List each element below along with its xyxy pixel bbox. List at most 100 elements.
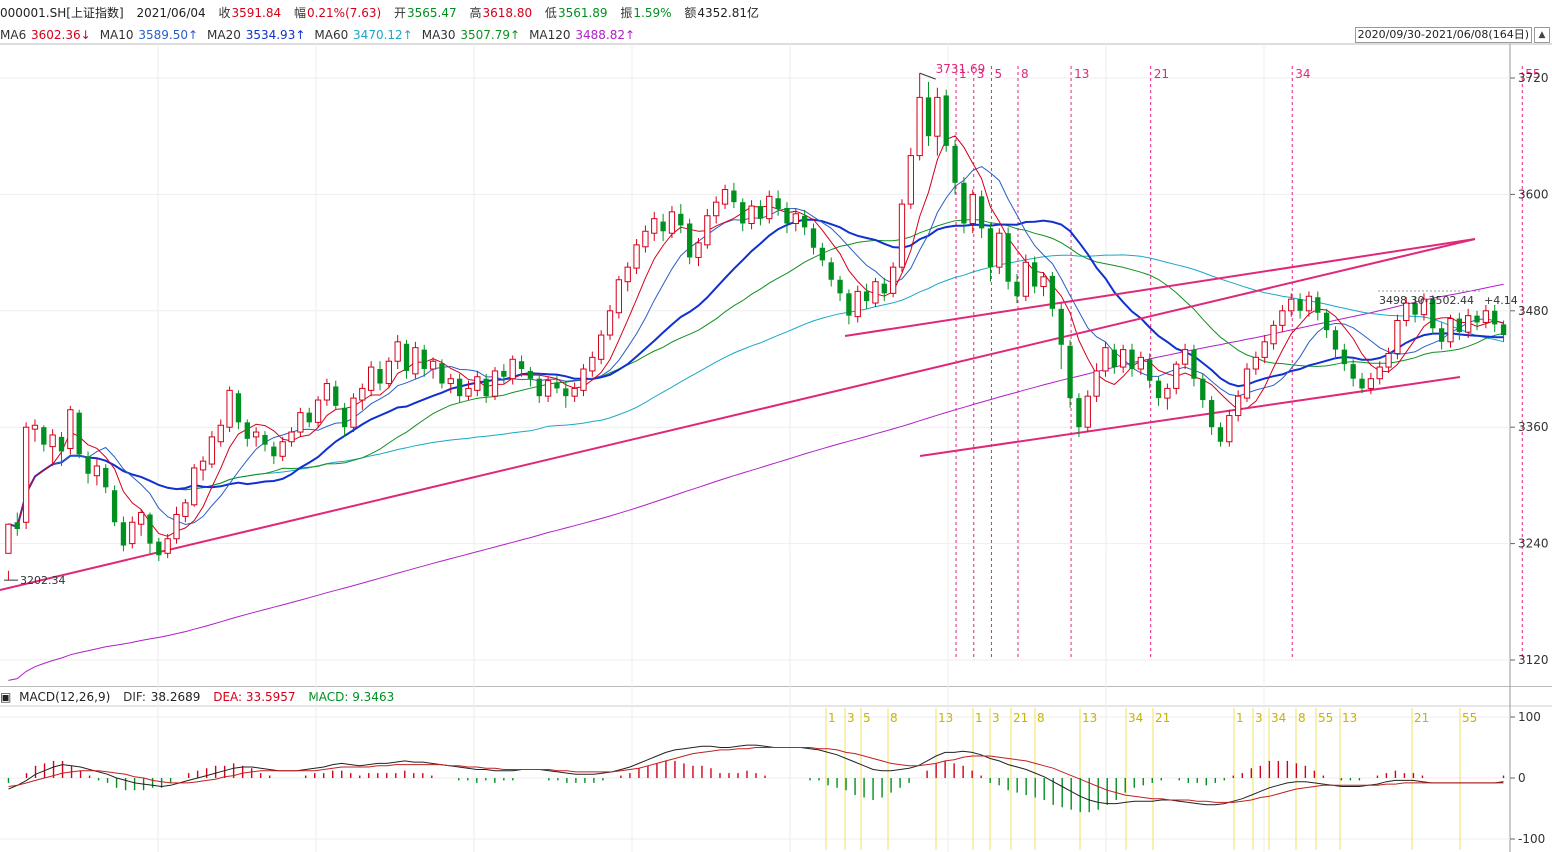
candle-body-down — [1438, 328, 1445, 342]
candle-body-down — [686, 223, 693, 258]
candle-body-down — [103, 467, 109, 488]
candle-body-up — [934, 96, 941, 137]
candle-body-down — [1076, 398, 1082, 428]
candle-body-up — [704, 215, 711, 246]
candle-body-up — [642, 230, 649, 248]
candle-body-up — [22, 426, 30, 523]
price-tick-label: 3360 — [1518, 420, 1549, 434]
stock-chart[interactable]: 1 3 5 8 13 21 34 55 1 3 5 8 13 1 3 21 8 13 34 21 1 3 34 8 55 13 2… — [0, 0, 1552, 852]
macd-fib-label: 3 — [992, 711, 1000, 725]
ma6-line — [8, 135, 1504, 537]
macd-fib-label: 55 — [1462, 711, 1477, 725]
price-tick-label: 3720 — [1518, 71, 1549, 85]
candle-body-down — [306, 412, 312, 423]
candle-body-up — [350, 397, 357, 428]
candle-body-down — [14, 522, 20, 530]
candle-body-down — [536, 378, 542, 397]
candle-body-down — [244, 422, 250, 439]
candle-body-down — [1474, 315, 1480, 323]
macd-fib-label: 34 — [1128, 711, 1143, 725]
candle-body-up — [1137, 356, 1145, 370]
fib-label: 21 — [1154, 67, 1169, 81]
ma20-line — [8, 218, 1504, 528]
candle-body-down — [554, 382, 560, 389]
candle-body-up — [1243, 368, 1251, 399]
candle-body-down — [775, 198, 781, 209]
price-tick-label: 3480 — [1518, 304, 1549, 318]
candle-body-down — [76, 412, 82, 455]
macd-fib-label: 1 — [975, 711, 983, 725]
candle-body-up — [182, 502, 189, 517]
candle-body-down — [403, 343, 410, 371]
macd-fib-label: 34 — [1271, 711, 1286, 725]
candle-body-down — [1359, 378, 1365, 389]
candle-body-down — [501, 370, 507, 377]
candle-body-down — [1147, 359, 1153, 381]
candle-body-down — [837, 279, 843, 294]
candle-body-down — [235, 393, 242, 423]
candle-body-up — [465, 387, 472, 397]
candle-body-up — [509, 358, 516, 380]
trend-channel-lines — [0, 238, 1476, 591]
candle-body-up — [872, 281, 879, 304]
candle-body-up — [1235, 395, 1242, 417]
candle-body-up — [668, 211, 676, 234]
candle-body-down — [377, 369, 383, 384]
candle-body-down — [456, 378, 463, 397]
candle-body-down — [863, 291, 870, 302]
candle-body-down — [527, 370, 534, 379]
candle-body-down — [1492, 310, 1498, 325]
candle-body-down — [1014, 281, 1020, 297]
candle-body-down — [1315, 297, 1321, 313]
candlestick-series — [5, 73, 1507, 581]
fib-label: 8 — [1021, 67, 1029, 81]
candle-body-up — [67, 409, 74, 450]
candle-body-down — [120, 522, 127, 546]
candle-body-down — [262, 434, 268, 445]
candle-body-up — [474, 376, 481, 391]
candle-body-up — [598, 334, 605, 360]
candle-body-down — [978, 196, 985, 229]
macd-fib-label: 3 — [1255, 711, 1263, 725]
candle-body-up — [252, 431, 260, 438]
price-tick-label: 3240 — [1518, 537, 1549, 551]
candle-body-down — [1049, 275, 1056, 309]
macd-tick-label: 0 — [1518, 771, 1526, 785]
candle-body-down — [1111, 349, 1117, 368]
candle-body-down — [961, 182, 967, 224]
macd-fib-label: 8 — [1037, 711, 1045, 725]
candle-body-up — [191, 467, 198, 506]
candle-body-up — [1288, 298, 1295, 312]
ma30-line — [8, 218, 1504, 528]
candle-body-down — [943, 95, 949, 146]
candle-body-up — [1173, 363, 1180, 389]
candle-body-up — [359, 387, 366, 401]
candle-body-down — [881, 283, 887, 294]
candle-body-down — [1191, 349, 1197, 379]
candle-body-down — [1332, 330, 1339, 350]
candle-body-down — [271, 446, 277, 457]
high-price-label: 3731.69 — [936, 62, 986, 76]
long-trend-line — [0, 238, 1476, 591]
macd-fib-label: 1 — [828, 711, 836, 725]
ma10-line — [8, 166, 1504, 528]
chart-annotations: 3202.34 3731.69 3498.30-3502.44 +4.14 — [4, 62, 1518, 587]
candle-body-up — [279, 441, 286, 457]
macd-fib-label: 13 — [938, 711, 953, 725]
candle-body-up — [571, 387, 578, 397]
candle-body-down — [660, 221, 666, 232]
price-tick-label: 3600 — [1518, 187, 1549, 201]
fib-label: 34 — [1295, 67, 1310, 81]
candle-body-up — [1084, 395, 1091, 428]
candle-body-down — [563, 388, 569, 397]
candle-body-up — [854, 290, 861, 318]
candle-body-up — [367, 366, 375, 391]
candle-body-up — [1102, 347, 1109, 372]
candle-body-up — [137, 512, 145, 525]
price-axis: 3120 3240 3360 3480 3600 3720 100 0 -100 — [1510, 71, 1549, 846]
macd-fib-label: 21 — [1013, 711, 1028, 725]
candle-body-up — [766, 195, 773, 220]
candle-body-up — [615, 279, 623, 314]
candle-body-up — [129, 521, 136, 545]
macd-fib-label: 1 — [1236, 711, 1244, 725]
